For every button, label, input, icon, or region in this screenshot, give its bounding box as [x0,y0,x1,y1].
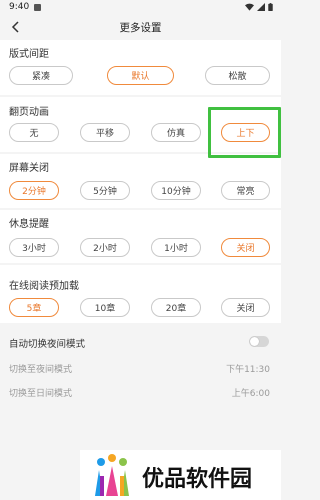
wifi-icon [245,3,254,11]
rest-reminder-section: 休息提醒 3小时 2小时 1小时 关闭 [0,210,281,263]
preload-option-off[interactable]: 关闭 [221,298,270,317]
screen-off-option-always-on[interactable]: 常亮 [221,181,270,200]
spacing-option-loose[interactable]: 松散 [205,66,270,85]
watermark-text: 优品软件园 [142,467,253,492]
watermark-logo-icon [95,454,129,496]
back-button[interactable] [7,18,25,36]
to-night-time: 下午11:30 [226,365,270,375]
preload-title: 在线阅读预加载 [9,281,79,292]
layout-spacing-title: 版式间距 [9,49,49,60]
chevron-left-icon [11,21,19,33]
rest-option-1h[interactable]: 1小时 [151,238,201,257]
page-title: 更多设置 [119,21,162,34]
night-mode-section: 自动切换夜间模式 切换至夜间模式 下午11:30 切换至日间模式 上午6:00 [0,330,281,400]
to-night-label: 切换至夜间模式 [9,365,73,375]
sim-icon [34,3,42,11]
settings-page: 9:40 更多设置 版式间距 紧凑 默认 松散 翻页动画 无 平移 仿真 上下 … [0,0,281,500]
spacing-option-default[interactable]: 默认 [107,66,174,85]
status-left: 9:40 [9,2,42,12]
rest-option-3h[interactable]: 3小时 [9,238,59,257]
layout-spacing-section: 版式间距 紧凑 默认 松散 [0,40,281,95]
preload-option-10[interactable]: 10章 [80,298,130,317]
rest-option-2h[interactable]: 2小时 [80,238,130,257]
screen-off-section: 屏幕关闭 2分钟 5分钟 10分钟 常亮 [0,154,281,208]
status-time: 9:40 [9,2,30,12]
screen-off-title: 屏幕关闭 [9,163,49,174]
header: 更多设置 [0,14,281,40]
screen-off-option-2min[interactable]: 2分钟 [9,181,59,200]
watermark: 优品软件园 [80,450,281,500]
to-night-row[interactable]: 切换至夜间模式 下午11:30 [0,358,281,379]
preload-section: 在线阅读预加载 5章 10章 20章 关闭 [0,265,281,323]
animation-option-slide[interactable]: 平移 [80,123,130,142]
preload-option-5[interactable]: 5章 [9,298,59,317]
toggle-knob [250,337,259,346]
to-day-time: 上午6:00 [231,389,270,399]
auto-night-label: 自动切换夜间模式 [9,339,86,350]
highlight-box [208,107,281,158]
page-animation-title: 翻页动画 [9,107,49,118]
signal-icon [257,3,265,11]
screen-off-option-10min[interactable]: 10分钟 [151,181,201,200]
preload-option-20[interactable]: 20章 [151,298,201,317]
to-day-label: 切换至日间模式 [9,389,73,399]
status-bar: 9:40 [0,0,281,14]
animation-option-simulation[interactable]: 仿真 [151,123,201,142]
battery-icon [268,3,273,11]
screen-off-option-5min[interactable]: 5分钟 [80,181,130,200]
rest-option-off[interactable]: 关闭 [221,238,270,257]
status-right [245,3,273,11]
to-day-row[interactable]: 切换至日间模式 上午6:00 [0,382,281,403]
spacing-option-compact[interactable]: 紧凑 [9,66,73,85]
rest-reminder-title: 休息提醒 [9,219,49,230]
animation-option-none[interactable]: 无 [9,123,59,142]
auto-night-toggle[interactable] [249,336,269,347]
